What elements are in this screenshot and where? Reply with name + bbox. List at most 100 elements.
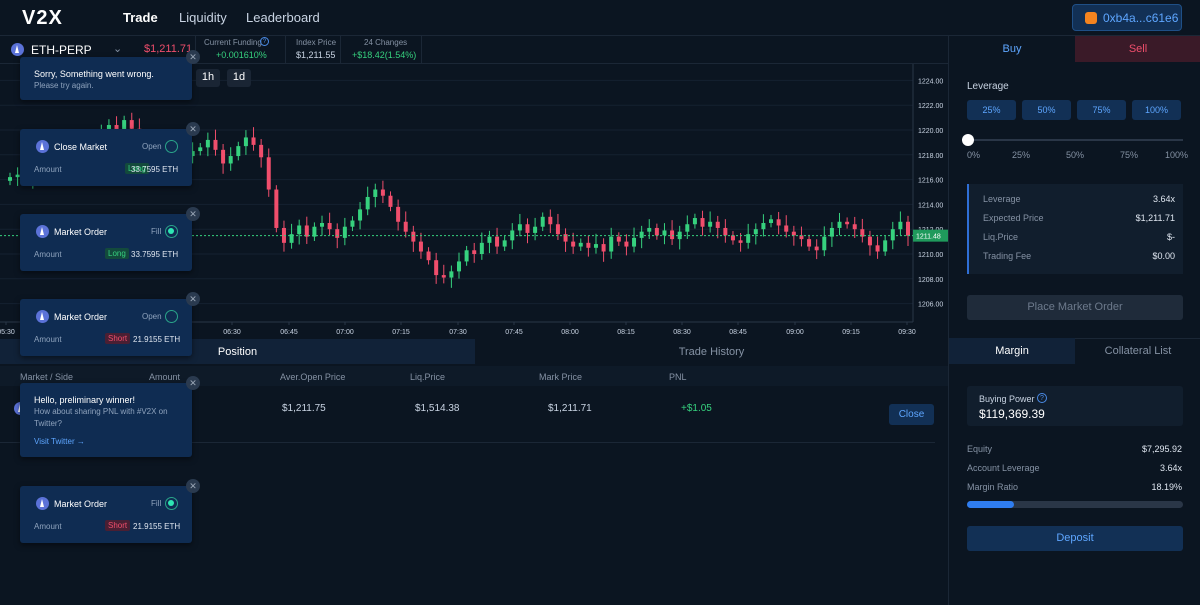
y-tick-label: 1218.00: [918, 153, 943, 160]
col-open: Aver.Open Price: [280, 372, 346, 382]
candlestick-chart[interactable]: 1224.00 1222.00 1220.00 1218.00 1216.00 1214.…: [0, 64, 948, 338]
leverage-slider-handle[interactable]: [962, 134, 974, 146]
candle-body: [708, 221, 713, 227]
candle-body: [365, 196, 370, 210]
y-tick-label: 1210.00: [918, 252, 943, 259]
x-tick-label: 08:00: [561, 329, 579, 336]
place-order-button[interactable]: Place Market Order: [967, 295, 1183, 320]
market-order-toast: Market Order Fill Amount Long 33.7595 ET…: [20, 214, 192, 271]
nav-leaderboard[interactable]: Leaderboard: [246, 10, 320, 25]
candle-body: [517, 224, 522, 231]
candle-body: [320, 223, 325, 227]
tick-0: 0%: [967, 150, 981, 160]
col-market: Market / Side: [20, 372, 74, 382]
candle-body: [304, 225, 309, 237]
candle-body: [243, 137, 248, 147]
nav-trade[interactable]: Trade: [123, 10, 158, 25]
y-tick-label: 1216.00: [918, 178, 943, 185]
candle-body: [624, 241, 629, 247]
x-tick-label: 09:00: [786, 329, 804, 336]
winner-subtitle: How about sharing PNL with #V2X on Twitt…: [34, 407, 168, 428]
deposit-button[interactable]: Deposit: [967, 526, 1183, 551]
x-tick-label: 08:30: [673, 329, 691, 336]
funding-label: Current Funding: [204, 38, 262, 47]
candle-body: [890, 229, 895, 241]
close-icon[interactable]: ✕: [186, 479, 200, 493]
close-position-button[interactable]: Close: [889, 404, 934, 425]
amount-value: 21.9155 ETH: [133, 335, 181, 344]
candle-body: [791, 231, 796, 236]
status-ring-icon: [165, 140, 178, 153]
candle-body: [867, 236, 872, 246]
winner-toast: Hello, preliminary winner! How about sha…: [20, 383, 192, 457]
candle-body: [906, 221, 910, 236]
sell-tab[interactable]: Sell: [1075, 36, 1200, 62]
y-tick-label: 1222.00: [918, 103, 943, 110]
x-tick-label: 07:00: [336, 329, 354, 336]
candle-body: [464, 250, 469, 262]
amount-value: 33.7595 ETH: [131, 250, 179, 259]
preset-100[interactable]: 100%: [1132, 100, 1181, 120]
candle-body: [715, 221, 720, 228]
price-chart[interactable]: 1224.00 1222.00 1220.00 1218.00 1216.00 1214.…: [0, 64, 948, 338]
nav-liquidity[interactable]: Liquidity: [179, 10, 227, 25]
info-icon[interactable]: ?: [1037, 393, 1047, 403]
row-pnl: +$1.05: [681, 403, 712, 414]
summary-fee-label: Trading Fee: [983, 251, 1032, 261]
market-order-toast-2: Market Order Fill Amount Short 21.9155 E…: [20, 486, 192, 543]
summary-leverage-value: 3.64x: [1152, 194, 1175, 204]
market-symbol[interactable]: ETH-PERP: [31, 43, 92, 57]
candle-body: [555, 224, 560, 235]
close-icon[interactable]: ✕: [186, 50, 200, 64]
x-tick-label: 08:45: [729, 329, 747, 336]
info-icon[interactable]: ?: [260, 37, 269, 46]
x-tick-label: 07:30: [449, 329, 467, 336]
candle-body: [418, 241, 423, 252]
candle-body: [213, 139, 218, 150]
order-summary: Leverage 3.64x Expected Price $1,211.71 Li…: [967, 184, 1183, 274]
candle-body: [373, 189, 378, 197]
side-badge: Short: [105, 333, 131, 344]
candle-body: [647, 227, 652, 232]
tick-100: 100%: [1165, 150, 1189, 160]
metamask-icon: [1085, 12, 1097, 24]
buy-tab[interactable]: Buy: [949, 36, 1075, 62]
tick-50: 50%: [1066, 150, 1085, 160]
preset-75[interactable]: 75%: [1077, 100, 1126, 120]
candle-body: [578, 242, 583, 247]
timeframe-1d[interactable]: 1d: [227, 69, 251, 87]
index-value: $1,211.55: [296, 50, 336, 60]
side-badge: Short: [105, 520, 131, 531]
candle-body: [852, 224, 857, 230]
x-tick-label: 06:45: [280, 329, 298, 336]
summary-liq-label: Liq.Price: [983, 232, 1019, 242]
tab-margin[interactable]: Margin: [949, 338, 1075, 364]
close-icon[interactable]: ✕: [186, 207, 200, 221]
leverage-track[interactable]: [969, 139, 1183, 141]
timeframe-1h[interactable]: 1h: [196, 69, 220, 87]
top-nav: V2X Trade Liquidity Leaderboard 0xb4a...…: [0, 0, 1200, 36]
winner-title: Hello, preliminary winner!: [34, 395, 136, 405]
candle-body: [388, 195, 393, 207]
logo[interactable]: V2X: [22, 7, 63, 30]
candle-body: [845, 221, 850, 225]
close-icon[interactable]: ✕: [186, 376, 200, 390]
candle-body: [457, 261, 461, 272]
status-filled-icon: [165, 225, 178, 238]
tab-collateral[interactable]: Collateral List: [1075, 338, 1200, 364]
candle-body: [662, 230, 667, 236]
visit-twitter-link[interactable]: Visit Twitter →: [34, 437, 85, 446]
close-icon[interactable]: ✕: [186, 122, 200, 136]
close-icon[interactable]: ✕: [186, 292, 200, 306]
candle-body: [15, 174, 20, 178]
preset-50[interactable]: 50%: [1022, 100, 1071, 120]
eth-icon: [36, 140, 49, 153]
account-leverage-value: 3.64x: [1159, 463, 1182, 473]
preset-25[interactable]: 25%: [967, 100, 1016, 120]
candle-body: [502, 240, 507, 247]
candle-body: [525, 224, 530, 233]
tab-trade-history[interactable]: Trade History: [475, 339, 948, 364]
chevron-down-icon[interactable]: ⌄: [113, 42, 122, 55]
status-open: Open: [142, 312, 162, 321]
wallet-button[interactable]: 0xb4a...c61e6: [1072, 4, 1182, 31]
